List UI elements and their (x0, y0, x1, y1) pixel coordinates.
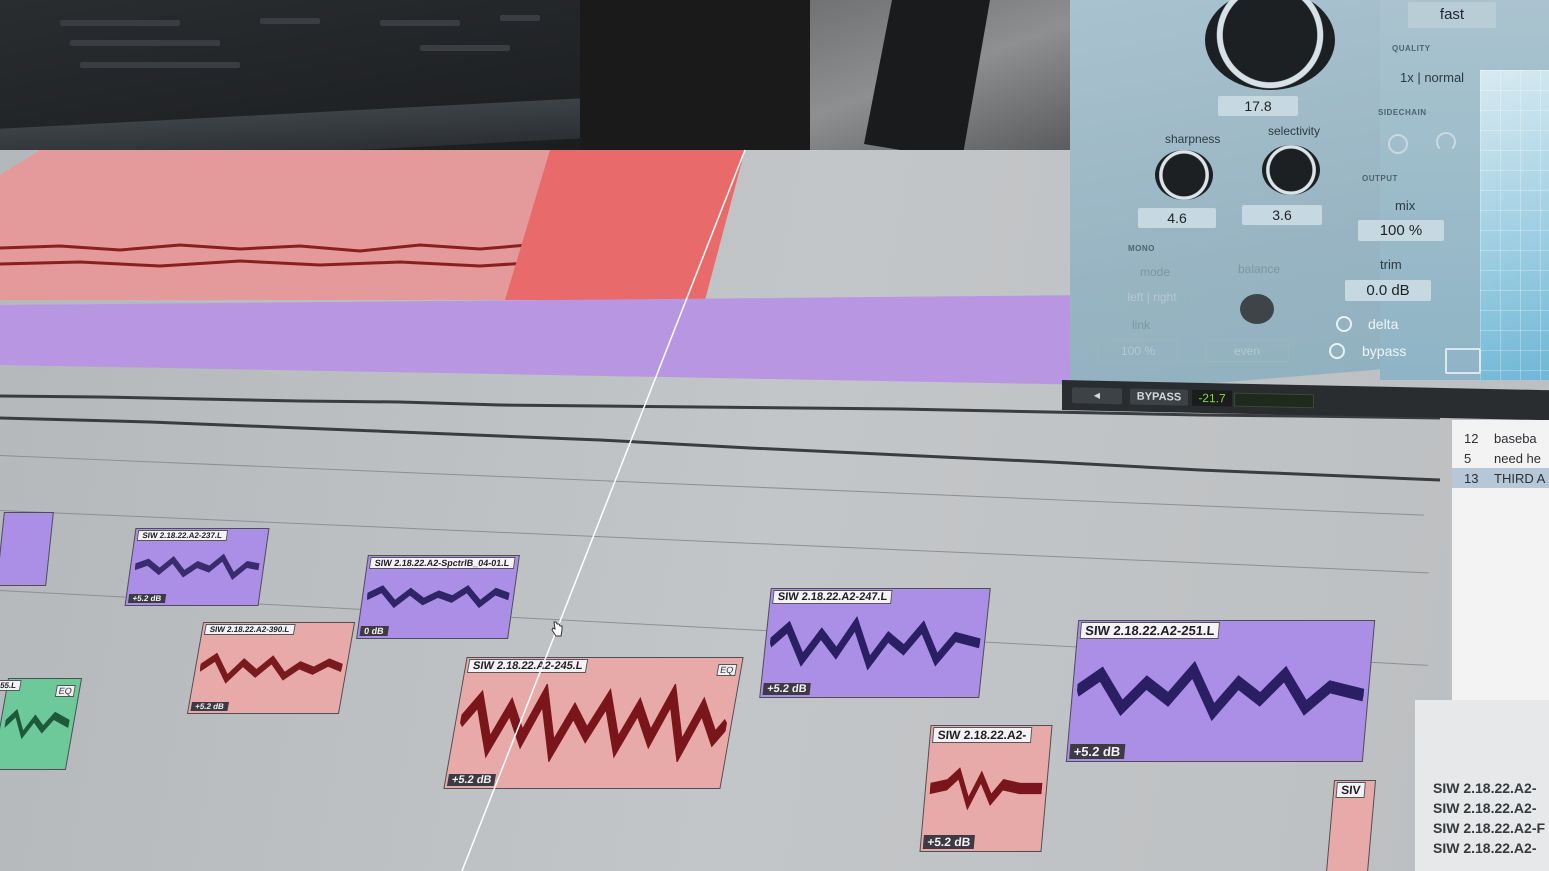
clip-name: A2-255.L (0, 680, 23, 691)
clip-name: SIW 2.18.22.A2-247.L (772, 590, 894, 604)
sharpness-value[interactable]: 4.6 (1138, 208, 1216, 228)
hand-cursor-icon (551, 621, 563, 637)
balance-knob[interactable] (1240, 294, 1274, 324)
clip-gain[interactable]: +5.2 dB (762, 683, 812, 695)
link-value[interactable]: 100 % (1098, 340, 1178, 362)
clip-list-item[interactable]: SIW 2.18.22.A2- (1433, 780, 1537, 796)
clip-name: SIW 2.18.22.A2-SpctrlB_04-01.L (368, 557, 516, 569)
marker-number: 13 (1464, 471, 1479, 486)
headphone-icon[interactable] (1436, 132, 1456, 152)
waveform-icon (1075, 660, 1365, 722)
level-meter (1234, 392, 1314, 409)
waveform-icon (366, 585, 510, 609)
bypass-label: bypass (1362, 343, 1407, 359)
audio-clip[interactable]: SIW 2.18.22.A2-245.L EQ +5.2 dB (443, 657, 744, 789)
link-label: link (1132, 318, 1151, 332)
marker-row[interactable]: 5 need he (1452, 448, 1549, 468)
eq-badge: EQ (54, 685, 76, 697)
clip-name: SIW 2.18.22.A2- (931, 727, 1033, 743)
power-icon[interactable] (1388, 134, 1408, 154)
trim-label: trim (1380, 257, 1402, 272)
waveform-icon (457, 684, 730, 762)
clip-name: SIW 2.18.22.A2-390.L (203, 624, 296, 635)
daw-screen: SIV SIW 2.18.22.A2-237.L +5.2 dB SIW 2.1… (0, 0, 1549, 871)
trim-value[interactable]: 0.0 dB (1345, 280, 1431, 301)
marker-name: need he (1494, 451, 1541, 466)
delta-radio[interactable] (1336, 316, 1352, 332)
eq-badge: EQ (716, 664, 738, 676)
selectivity-label: selectivity (1268, 124, 1321, 138)
selectivity-knob[interactable] (1262, 145, 1320, 195)
quality-header: QUALITY (1392, 44, 1431, 53)
clip-gain[interactable]: +5.2 dB (1069, 744, 1125, 759)
audio-clip[interactable]: SIW 2.18.22.A2-247.L +5.2 dB (759, 588, 991, 698)
speaker-icon[interactable]: ◂ (1072, 387, 1122, 405)
sharpness-knob[interactable] (1155, 150, 1213, 200)
frequency-graph[interactable] (1480, 70, 1549, 380)
marker-name: baseba (1494, 431, 1537, 446)
panel-row (60, 20, 180, 26)
clip-name: SIW 2.18.22.A2-245.L (466, 659, 589, 673)
audio-clip[interactable]: SIV (1325, 780, 1377, 871)
marker-row[interactable]: 13 THIRD A (1452, 468, 1549, 488)
panel-row (260, 18, 320, 24)
audio-clip[interactable]: SIW 2.18.22.A2-237.L +5.2 dB (124, 528, 270, 606)
clip-list-item[interactable]: SIW 2.18.22.A2- (1433, 800, 1537, 816)
audio-clip[interactable]: SIW 2.18.22.A2-251.L +5.2 dB (1065, 620, 1376, 762)
panel-row (500, 15, 540, 21)
video-figure (864, 0, 990, 160)
clip-gain[interactable]: 0 dB (359, 626, 389, 636)
balance-value[interactable]: even (1205, 340, 1289, 362)
clip-gain[interactable]: +5.2 dB (446, 774, 497, 786)
marker-number: 12 (1464, 431, 1479, 446)
sidechain-header: SIDECHAIN (1378, 108, 1427, 117)
selectivity-value[interactable]: 3.6 (1242, 205, 1322, 225)
audio-clip[interactable]: SIW 2.18.22.A2-SpctrlB_04-01.L 0 dB (356, 555, 520, 639)
waveform-icon (134, 553, 260, 581)
clip-list-item[interactable]: SIW 2.18.22.A2- (1433, 840, 1537, 856)
clip-name: SIW 2.18.22.A2-251.L (1079, 622, 1221, 639)
waveform-icon (929, 767, 1043, 811)
sharpness-label: sharpness (1165, 132, 1221, 146)
marker-name: THIRD A (1494, 471, 1546, 486)
marker-row[interactable]: 12 baseba (1452, 428, 1549, 448)
waveform-icon (0, 416, 1440, 482)
mix-label: mix (1395, 198, 1416, 213)
mode-label: mode (1140, 265, 1171, 279)
main-knob-value[interactable]: 17.8 (1218, 96, 1298, 116)
delta-label: delta (1368, 316, 1399, 332)
screen-icon[interactable] (1445, 348, 1481, 374)
bypass-button[interactable]: BYPASS (1130, 388, 1188, 406)
waveform-icon (768, 615, 982, 671)
clip-gain[interactable]: +5.2 dB (190, 702, 229, 711)
mono-header: MONO (1128, 244, 1155, 253)
speed-select[interactable]: fast (1408, 2, 1496, 28)
clip-name: SIW 2.18.22.A2-237.L (136, 530, 228, 541)
quality-select[interactable]: 1x | normal (1400, 70, 1464, 85)
output-header: OUTPUT (1362, 174, 1398, 183)
audio-clip[interactable]: SIV (0, 512, 54, 586)
marker-list: 12 baseba 5 need he 13 THIRD A (1452, 420, 1549, 710)
waveform-icon (199, 652, 344, 684)
clip-list-item[interactable]: SIW 2.18.22.A2-F (1433, 820, 1545, 836)
meter-value: -21.7 (1192, 389, 1232, 407)
clip-list: SIW 2.18.22.A2- SIW 2.18.22.A2- SIW 2.18… (1415, 700, 1549, 871)
bypass-radio[interactable] (1329, 343, 1345, 359)
panel-row (380, 20, 460, 26)
panel-row (420, 45, 510, 51)
panel-row (80, 62, 240, 68)
audio-clip[interactable]: SIW 2.18.22.A2-390.L +5.2 dB (186, 622, 356, 714)
clip-gain[interactable]: +5.2 dB (127, 594, 166, 603)
marker-number: 5 (1464, 451, 1472, 466)
balance-label: balance (1238, 262, 1281, 276)
waveform-icon (4, 708, 70, 740)
mix-value[interactable]: 100 % (1358, 220, 1444, 241)
mode-select[interactable]: left | right (1112, 286, 1192, 308)
clip-gain[interactable]: +5.2 dB (922, 835, 975, 849)
clip-name: SIV (1335, 782, 1367, 798)
panel-row (70, 40, 220, 46)
audio-clip[interactable]: SIW 2.18.22.A2- +5.2 dB (919, 725, 1053, 852)
